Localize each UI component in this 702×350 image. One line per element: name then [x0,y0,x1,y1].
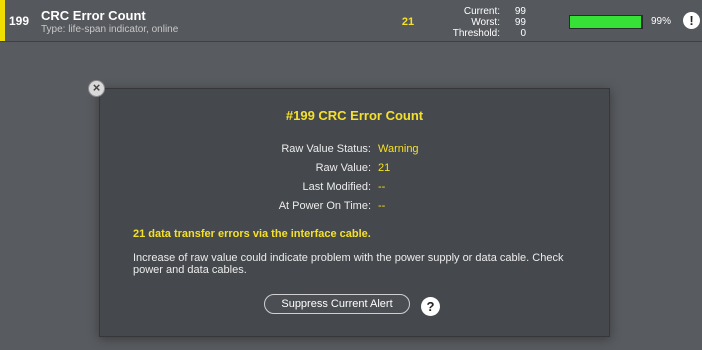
suppress-alert-button[interactable]: Suppress Current Alert [264,294,410,314]
close-icon[interactable]: × [88,80,105,97]
panel-title: #199 CRC Error Count [285,108,424,123]
field-value: -- [378,200,386,212]
attribute-type: Type: life-span indicator, online [41,24,179,35]
stat-label: Current: [463,6,500,17]
stat-label: Threshold: [452,28,500,39]
attribute-raw-value: 21 [401,16,415,28]
field-label: Raw Value: [315,162,371,174]
attribute-stats: Current: 99 Worst: 99 Threshold: 0 [440,6,526,39]
health-bar-fill [570,16,642,28]
warning-accent-bar [0,0,5,41]
field-value: -- [378,181,386,193]
stat-worst: Worst: 99 [440,17,526,28]
stat-threshold: Threshold: 0 [440,28,526,39]
help-icon[interactable]: ? [421,297,440,316]
alert-icon[interactable]: ! [683,12,700,29]
field-value: Warning [378,143,419,155]
alert-description: Increase of raw value could indicate pro… [133,252,564,276]
health-bar [569,15,643,29]
attribute-row-199[interactable]: 199 CRC Error Count Type: life-span indi… [0,0,702,42]
stat-current: Current: 99 [440,6,526,17]
alert-message: 21 data transfer errors via the interfac… [133,228,371,240]
field-label: Last Modified: [302,181,371,193]
stat-value: 0 [520,28,526,39]
stat-value: 99 [514,17,526,28]
attribute-name: CRC Error Count [41,8,146,23]
field-label: At Power On Time: [278,200,371,212]
field-value: 21 [378,162,391,174]
stat-value: 99 [514,6,526,17]
health-percent: 99% [651,16,672,27]
stat-label: Worst: [471,17,500,28]
attribute-id: 199 [9,14,30,28]
detail-panel: #199 CRC Error Count Raw Value Status: W… [99,88,610,337]
field-label: Raw Value Status: [281,143,371,155]
